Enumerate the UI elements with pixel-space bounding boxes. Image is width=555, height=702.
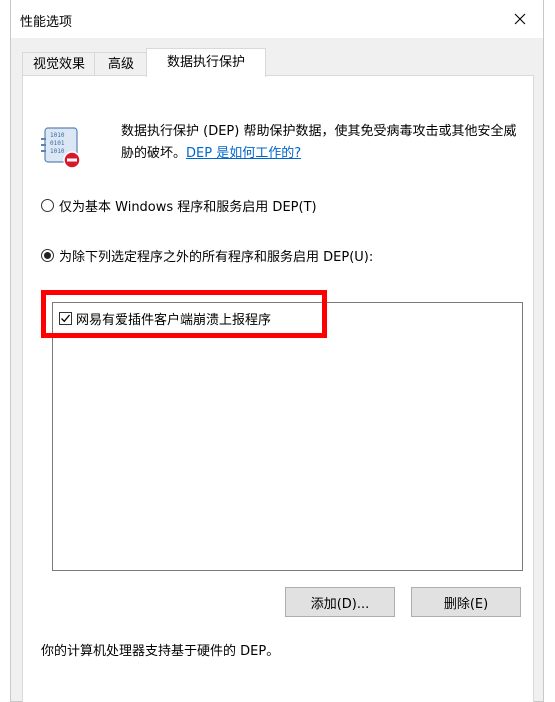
close-icon	[514, 13, 526, 25]
tab-data-execution-prevention[interactable]: 数据执行保护	[146, 48, 266, 77]
dep-tab-panel: 1010 0101 1010 数据执行保护 (DEP) 帮助保护数据，使其免受病…	[22, 75, 534, 702]
svg-text:1010: 1010	[50, 132, 65, 139]
svg-text:1010: 1010	[50, 148, 65, 155]
add-button[interactable]: 添加(D)...	[285, 587, 395, 617]
tab-advanced[interactable]: 高级	[94, 52, 148, 76]
dep-help-link[interactable]: DEP 是如何工作的?	[186, 146, 301, 161]
dep-description-text: 数据执行保护 (DEP) 帮助保护数据，使其免受病毒攻击或其他安全威胁的破坏。	[121, 124, 517, 161]
window-title: 性能选项	[20, 15, 73, 30]
red-highlight-box	[41, 290, 327, 338]
dep-shield-binary-icon: 1010 0101 1010	[41, 127, 81, 169]
radio-basic-dep-label: 仅为基本 Windows 程序和服务启用 DEP(T)	[59, 200, 317, 215]
program-exception-list[interactable]: 网易有爱插件客户端崩溃上报程序	[52, 302, 523, 571]
dep-description: 数据执行保护 (DEP) 帮助保护数据，使其免受病毒攻击或其他安全威胁的破坏。D…	[121, 121, 521, 165]
close-button[interactable]	[497, 0, 543, 38]
radio-basic-dep[interactable]: 仅为基本 Windows 程序和服务启用 DEP(T)	[41, 196, 317, 215]
tab-visual-effects[interactable]: 视觉效果	[22, 52, 96, 76]
remove-button[interactable]: 删除(E)	[411, 587, 521, 617]
performance-options-dialog: 性能选项 视觉效果 高级 数据执行保护 1010 0101 1010 数据执行保…	[11, 0, 543, 702]
title-bar: 性能选项	[11, 0, 543, 38]
radio-all-except-dep[interactable]: 为除下列选定程序之外的所有程序和服务启用 DEP(U):	[41, 246, 373, 265]
svg-text:0101: 0101	[50, 140, 65, 147]
radio-all-except-dep-indicator[interactable]	[41, 249, 54, 262]
radio-all-except-dep-label: 为除下列选定程序之外的所有程序和服务启用 DEP(U):	[59, 250, 374, 265]
hardware-dep-note: 你的计算机处理器支持基于硬件的 DEP。	[41, 644, 280, 659]
radio-basic-dep-indicator[interactable]	[41, 199, 54, 212]
background-window-right-edge	[543, 0, 555, 701]
